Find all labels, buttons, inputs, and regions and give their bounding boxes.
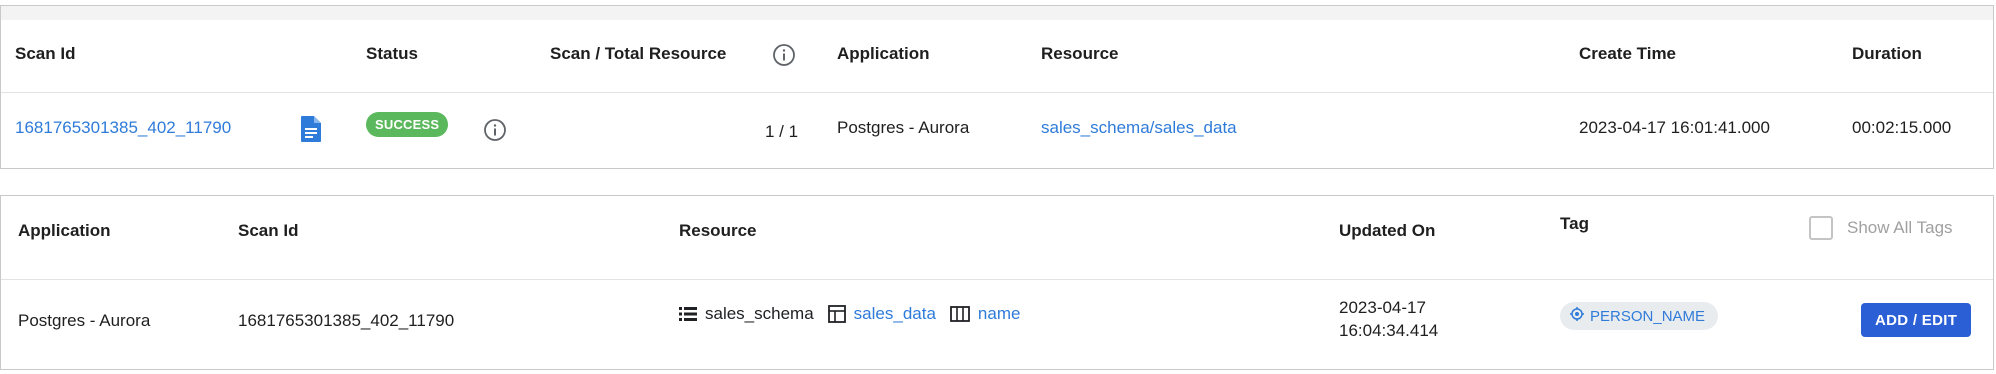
table-top-strip [1, 6, 1993, 20]
application-value: Postgres - Aurora [18, 311, 151, 330]
header-tag[interactable]: Tag [1560, 214, 1589, 234]
header-divider [1, 279, 1993, 280]
application-value: Postgres - Aurora [837, 118, 970, 137]
header-resource[interactable]: Resource [679, 221, 756, 241]
show-all-tags-checkbox[interactable] [1809, 216, 1833, 240]
tag-chip-label: PERSON_NAME [1590, 307, 1706, 325]
status-badge-label: SUCCESS [366, 112, 449, 137]
scan-id-value: 1681765301385_402_11790 [238, 311, 455, 330]
document-icon[interactable] [300, 115, 322, 148]
schema-name: sales_schema [705, 304, 814, 323]
header-scan-id[interactable]: Scan Id [15, 44, 75, 64]
info-icon[interactable] [483, 118, 507, 147]
header-updated-on[interactable]: Updated On [1339, 221, 1435, 241]
tag-chip[interactable]: PERSON_NAME [1560, 302, 1719, 330]
create-time-value: 2023-04-17 16:01:41.000 [1579, 118, 1770, 137]
status-badge: SUCCESS [366, 112, 449, 137]
updated-time: 16:04:34.414 [1339, 321, 1439, 340]
resource-link[interactable]: sales_schema/sales_data [1041, 118, 1237, 138]
header-application[interactable]: Application [18, 221, 111, 241]
updated-date: 2023-04-17 [1339, 298, 1426, 317]
header-application[interactable]: Application [837, 44, 930, 64]
show-all-tags-label[interactable]: Show All Tags [1847, 218, 1953, 238]
duration-value: 00:02:15.000 [1852, 118, 1952, 137]
show-all-tags-toggle[interactable]: Show All Tags [1809, 216, 1953, 240]
add-edit-button[interactable]: ADD / EDIT [1861, 303, 1972, 337]
header-create-time[interactable]: Create Time [1579, 44, 1676, 64]
header-status[interactable]: Status [366, 44, 418, 64]
scan-total-value: 1 / 1 [765, 122, 799, 141]
column-icon [950, 306, 970, 322]
table-link[interactable]: sales_data [854, 304, 936, 324]
tag-target-icon [1570, 307, 1584, 325]
info-icon[interactable] [772, 43, 796, 72]
header-scan-total-resource[interactable]: Scan / Total Resource [550, 44, 726, 64]
scan-summary-table: Scan Id Status Scan / Total Resource App… [0, 5, 1994, 169]
resource-path: sales_schema sales_data name [679, 304, 1020, 324]
header-resource[interactable]: Resource [1041, 44, 1118, 64]
header-divider [1, 92, 1993, 93]
database-list-icon [679, 306, 697, 322]
header-scan-id[interactable]: Scan Id [238, 221, 298, 241]
column-link[interactable]: name [978, 304, 1021, 324]
header-duration[interactable]: Duration [1852, 44, 1922, 64]
scan-id-link[interactable]: 1681765301385_402_11790 [15, 118, 231, 138]
tag-table: Application Scan Id Resource Updated On … [0, 195, 1994, 370]
table-icon [827, 305, 846, 323]
